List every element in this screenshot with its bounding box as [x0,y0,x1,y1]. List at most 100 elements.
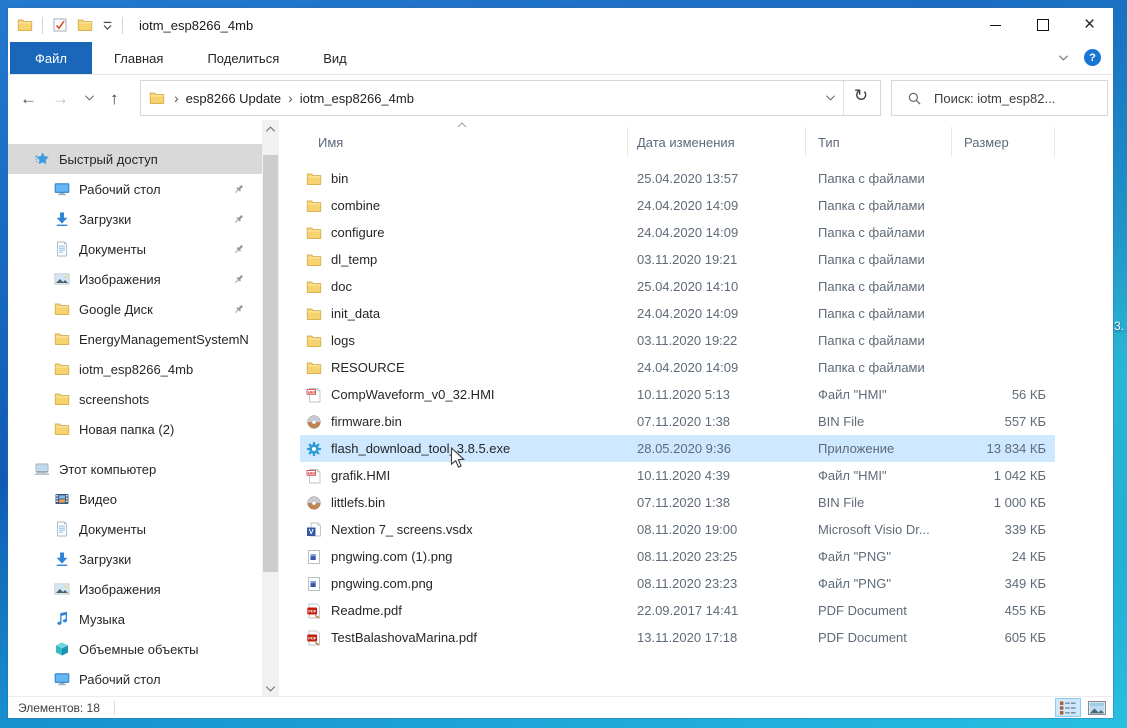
sidebar-item[interactable]: iotm_esp8266_4mb [8,354,262,384]
file-row[interactable]: HMIgrafik.HMI10.11.2020 4:39Файл "HMI"1 … [300,462,1055,489]
file-row[interactable]: PDFTestBalashovaMarina.pdf13.11.2020 17:… [300,624,1055,651]
column-header-type[interactable]: Тип [806,127,952,157]
customize-toolbar-dropdown-icon[interactable] [102,20,113,31]
sidebar-item[interactable]: Рабочий стол [8,174,262,204]
breadcrumb-segment[interactable]: esp8266 Update [186,91,281,106]
file-name: flash_download_tool_3.8.5.exe [331,441,510,456]
large-icons-view-button[interactable] [1084,698,1110,717]
sidebar-item[interactable]: Видео [8,484,262,514]
sidebar-item[interactable]: Новая папка (2) [8,414,262,444]
folder-icon [306,171,322,187]
hmi-file-icon: HMI [306,468,322,484]
downloads-icon [54,211,70,227]
file-type: Папка с файлами [806,279,952,294]
maximize-button[interactable] [1019,8,1066,42]
file-name-cell: logs [300,333,628,349]
file-date: 03.11.2020 19:22 [628,333,806,348]
details-view-button[interactable] [1055,698,1081,717]
sidebar-item[interactable]: Объемные объекты [8,634,262,664]
file-name-cell: pngwing.com.png [300,576,628,592]
sidebar-item[interactable]: Быстрый доступ [8,144,262,174]
file-name: bin [331,171,348,186]
file-row[interactable]: PDFReadme.pdf22.09.2017 14:41PDF Documen… [300,597,1055,624]
file-row[interactable]: flash_download_tool_3.8.5.exe28.05.2020 … [300,435,1055,462]
new-folder-icon[interactable] [77,17,93,33]
address-dropdown-chevron-icon[interactable] [825,94,836,102]
sidebar-item[interactable]: Изображения [8,574,262,604]
sidebar-item[interactable]: Этот компьютер [8,454,262,484]
up-button[interactable]: ↑ [110,90,119,107]
search-input[interactable] [932,90,1091,107]
svg-text:PDF: PDF [308,635,317,640]
column-header-name[interactable]: Имя [300,127,628,157]
file-row[interactable]: bin25.04.2020 13:57Папка с файлами [300,165,1055,192]
file-row[interactable]: littlefs.bin07.11.2020 1:38BIN File1 000… [300,489,1055,516]
bin-file-icon [306,495,322,511]
file-row[interactable]: HMICompWaveform_v0_32.HMI10.11.2020 5:13… [300,381,1055,408]
sidebar-item[interactable]: Рабочий стол [8,664,262,694]
scrollbar-thumb[interactable] [263,155,278,572]
sidebar-item[interactable]: EnergyManagementSystemN [8,324,262,354]
sort-ascending-caret-icon [456,121,468,129]
ribbon-tab[interactable]: Поделиться [185,42,301,74]
file-row[interactable]: RESOURCE24.04.2020 14:09Папка с файлами [300,354,1055,381]
pdf-file-icon: PDF [306,603,322,619]
folder-icon [306,306,322,322]
sidebar-item[interactable]: Загрузки [8,204,262,234]
minimize-button[interactable] [972,8,1019,42]
sidebar-item[interactable]: Документы [8,234,262,264]
breadcrumb-chevron-icon[interactable]: › [288,90,293,106]
sidebar-item[interactable]: Музыка [8,604,262,634]
file-type: Папка с файлами [806,252,952,267]
file-row[interactable]: configure24.04.2020 14:09Папка с файлами [300,219,1055,246]
sidebar-item-label: Загрузки [79,212,131,227]
column-header-size[interactable]: Размер [952,127,1055,157]
address-separator [843,81,844,115]
ribbon-tab[interactable]: Файл [10,42,92,74]
sidebar-scrollbar[interactable] [262,120,279,697]
properties-check-icon[interactable] [52,17,68,33]
pin-icon [232,213,245,226]
sidebar-item[interactable]: Загрузки [8,544,262,574]
recent-locations-chevron-icon[interactable] [84,94,95,102]
ribbon-tab[interactable]: Главная [92,42,185,74]
sidebar-item[interactable]: screenshots [8,384,262,414]
collapse-ribbon-chevron-icon[interactable] [1058,54,1069,62]
file-row[interactable]: dl_temp03.11.2020 19:21Папка с файлами [300,246,1055,273]
quick-access-star-icon [34,151,50,167]
refresh-button[interactable]: ↻ [847,86,875,106]
back-button[interactable]: ← [20,90,37,107]
file-row[interactable]: pngwing.com (1).png08.11.2020 23:25Файл … [300,543,1055,570]
sidebar-item[interactable]: Документы [8,514,262,544]
file-name-cell: init_data [300,306,628,322]
folder-icon [54,331,70,347]
file-row[interactable]: logs03.11.2020 19:22Папка с файлами [300,327,1055,354]
status-divider [114,701,115,715]
file-row[interactable]: doc25.04.2020 14:10Папка с файлами [300,273,1055,300]
content-area: Быстрый доступРабочий столЗагрузкиДокуме… [8,120,1113,697]
sidebar-item[interactable]: Google Диск [8,294,262,324]
file-row[interactable]: firmware.bin07.11.2020 1:38BIN File557 К… [300,408,1055,435]
file-row[interactable]: init_data24.04.2020 14:09Папка с файлами [300,300,1055,327]
file-row[interactable]: VNextion 7_ screens.vsdx08.11.2020 19:00… [300,516,1055,543]
file-type: Папка с файлами [806,225,952,240]
folder-icon[interactable] [17,17,33,33]
forward-button[interactable]: → [52,90,69,107]
breadcrumb-segment[interactable]: iotm_esp8266_4mb [300,91,414,106]
column-headers: ИмяДата измененияТипРазмер [300,127,1055,157]
scroll-up-button[interactable] [262,120,279,137]
help-button[interactable]: ? [1084,49,1101,66]
close-button[interactable]: × [1066,8,1113,42]
details-view-icon [1059,700,1077,716]
pictures-icon [54,271,70,287]
scroll-down-button[interactable] [262,680,279,697]
address-bar[interactable]: › esp8266 Update › iotm_esp8266_4mb ↻ [140,80,881,116]
ribbon-tab[interactable]: Вид [301,42,369,74]
thumbnails-view-icon [1088,701,1106,715]
sidebar-item[interactable]: Изображения [8,264,262,294]
breadcrumb-chevron-icon[interactable]: › [174,90,179,106]
file-type: Файл "PNG" [806,576,952,591]
column-header-date[interactable]: Дата изменения [628,127,806,157]
file-row[interactable]: combine24.04.2020 14:09Папка с файлами [300,192,1055,219]
file-row[interactable]: pngwing.com.png08.11.2020 23:23Файл "PNG… [300,570,1055,597]
